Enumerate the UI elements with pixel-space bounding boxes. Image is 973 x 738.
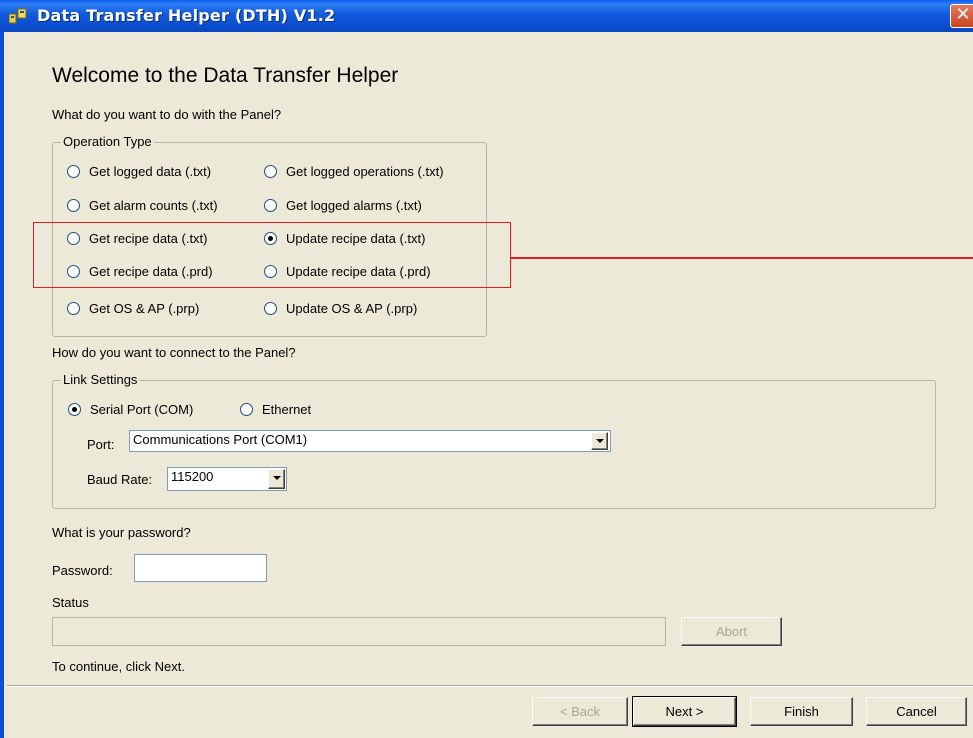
radio-label: Get logged operations (.txt) xyxy=(286,164,444,179)
port-select-value: Communications Port (COM1) xyxy=(133,432,308,447)
status-progress-bar xyxy=(52,617,666,646)
port-select[interactable]: Communications Port (COM1) xyxy=(129,430,611,452)
title-bar[interactable]: Data Transfer Helper (DTH) V1.2 ✕ xyxy=(0,0,973,32)
password-question: What is your password? xyxy=(52,525,191,540)
app-icon xyxy=(9,8,27,24)
radio-indicator xyxy=(240,403,253,416)
page-heading: Welcome to the Data Transfer Helper xyxy=(52,64,399,87)
cancel-button[interactable]: Cancel xyxy=(866,697,967,726)
footer-separator xyxy=(7,685,973,687)
window-border xyxy=(0,32,4,738)
baud-rate-dropdown-arrow-icon[interactable] xyxy=(268,469,285,489)
radio-label: Get OS & AP (.prp) xyxy=(89,301,200,316)
radio-label: Get logged data (.txt) xyxy=(89,164,212,179)
back-button[interactable]: < Back xyxy=(532,697,628,726)
operation-question: What do you want to do with the Panel? xyxy=(52,107,282,122)
abort-button[interactable]: Abort xyxy=(681,617,782,646)
status-label: Status xyxy=(52,595,89,610)
radio-label: Ethernet xyxy=(262,402,312,417)
radio-label: Serial Port (COM) xyxy=(90,402,194,417)
radio-get-logged-data[interactable]: Get logged data (.txt) xyxy=(67,164,211,179)
baud-rate-value: 115200 xyxy=(171,469,214,484)
radio-indicator xyxy=(67,199,80,212)
password-label: Password: xyxy=(52,563,113,578)
next-button[interactable]: Next > xyxy=(632,696,737,727)
finish-button[interactable]: Finish xyxy=(750,697,853,726)
radio-serial-port[interactable]: Serial Port (COM) xyxy=(68,402,193,417)
annotation-highlight-box xyxy=(33,222,511,288)
close-icon: ✕ xyxy=(955,4,971,25)
baud-rate-label: Baud Rate: xyxy=(87,472,153,487)
window-title: Data Transfer Helper (DTH) V1.2 xyxy=(37,6,336,25)
port-dropdown-arrow-icon[interactable] xyxy=(591,432,608,450)
instruction-text: To continue, click Next. xyxy=(52,659,185,674)
close-button[interactable]: ✕ xyxy=(950,4,973,28)
radio-get-alarm-counts[interactable]: Get alarm counts (.txt) xyxy=(67,198,218,213)
radio-indicator xyxy=(67,165,80,178)
radio-get-logged-operations[interactable]: Get logged operations (.txt) xyxy=(264,164,444,179)
operation-type-label: Operation Type xyxy=(61,134,154,149)
password-input[interactable] xyxy=(134,554,267,582)
connection-question: How do you want to connect to the Panel? xyxy=(52,345,296,360)
radio-indicator xyxy=(264,199,277,212)
radio-update-os-ap[interactable]: Update OS & AP (.prp) xyxy=(264,301,417,316)
radio-label: Get logged alarms (.txt) xyxy=(286,198,422,213)
radio-ethernet[interactable]: Ethernet xyxy=(240,402,311,417)
link-settings-label: Link Settings xyxy=(61,372,140,387)
radio-get-logged-alarms[interactable]: Get logged alarms (.txt) xyxy=(264,198,422,213)
radio-get-os-ap[interactable]: Get OS & AP (.prp) xyxy=(67,301,199,316)
radio-indicator xyxy=(264,165,277,178)
radio-label: Update OS & AP (.prp) xyxy=(286,301,418,316)
radio-label: Get alarm counts (.txt) xyxy=(89,198,218,213)
radio-indicator-checked xyxy=(68,403,81,416)
port-label: Port: xyxy=(87,437,115,452)
radio-indicator xyxy=(264,302,277,315)
annotation-pointer-line xyxy=(511,257,973,259)
radio-indicator xyxy=(67,302,80,315)
